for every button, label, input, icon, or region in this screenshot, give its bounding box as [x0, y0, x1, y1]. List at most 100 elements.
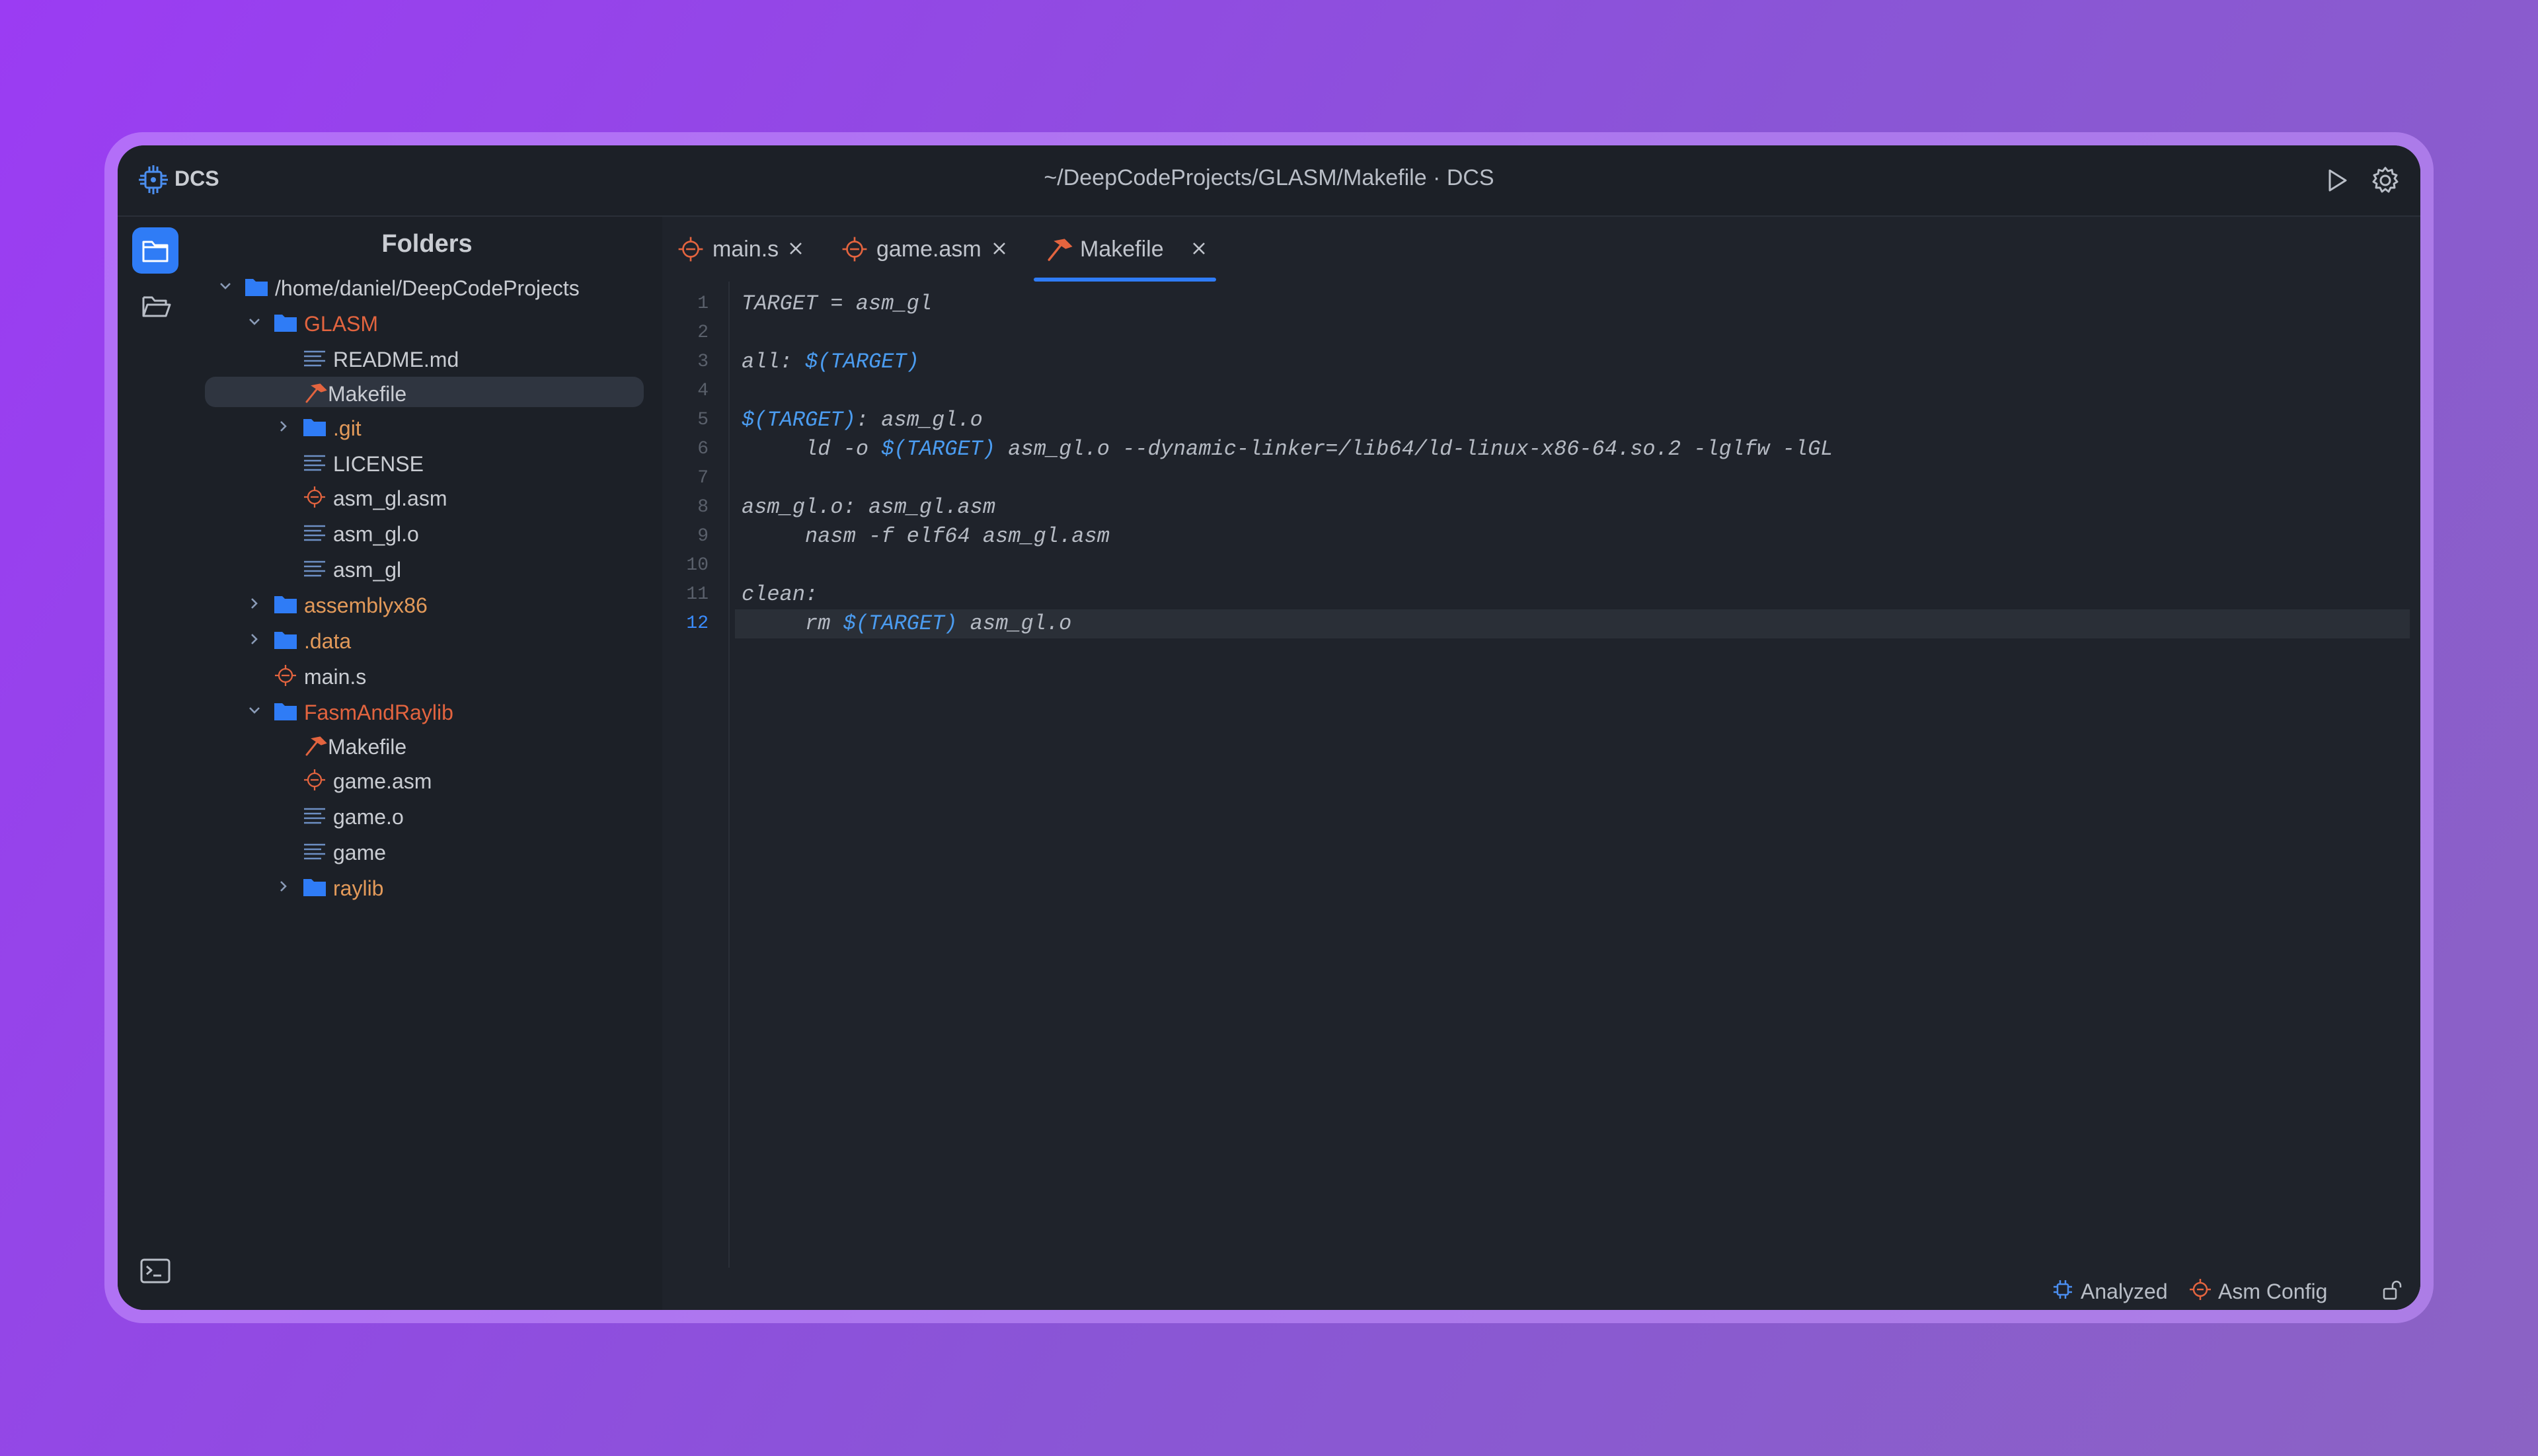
close-icon[interactable]: [990, 239, 1009, 258]
folders-view-button[interactable]: [132, 227, 178, 274]
chevron-right-icon[interactable]: [246, 595, 263, 612]
asm-config-label: Asm Config: [2218, 1280, 2328, 1303]
tree-item-label: raylib: [333, 876, 384, 900]
tree-item-label: asm_gl.o: [333, 522, 419, 546]
tree-file[interactable]: asm_gl.o: [205, 517, 644, 547]
code-line[interactable]: rm $(TARGET) asm_gl.o: [735, 609, 2410, 638]
text-file-icon: [304, 843, 325, 860]
text-file-icon: [304, 808, 325, 824]
line-number: 6: [697, 439, 709, 459]
tree-file[interactable]: asm_gl.asm: [205, 481, 644, 512]
tree-file[interactable]: game: [205, 835, 644, 866]
code-line[interactable]: [735, 377, 2410, 406]
code-line[interactable]: ld -o $(TARGET) asm_gl.o --dynamic-linke…: [735, 435, 2410, 464]
tree-folder[interactable]: assemblyx86: [205, 588, 644, 619]
code-line[interactable]: nasm -f elf64 asm_gl.asm: [735, 522, 2410, 551]
hammer-icon: [305, 736, 327, 756]
code-line[interactable]: $(TARGET): asm_gl.o: [735, 406, 2410, 435]
close-icon[interactable]: [1190, 239, 1208, 258]
tree-item-label: asm_gl: [333, 558, 402, 582]
settings-button[interactable]: [2367, 163, 2403, 198]
line-number: 5: [697, 410, 709, 430]
tree-folder[interactable]: GLASM: [205, 307, 644, 337]
status-bar: Analyzed Asm Config: [662, 1268, 2420, 1310]
line-number: 10: [686, 555, 709, 576]
code-line[interactable]: asm_gl.o: asm_gl.asm: [735, 493, 2410, 522]
open-folder-button[interactable]: [132, 283, 178, 329]
sidebar-title: Folders: [381, 230, 473, 258]
terminal-button[interactable]: [132, 1248, 178, 1294]
tree-item-label: game.o: [333, 805, 404, 829]
asm-chip-icon: [304, 486, 325, 508]
tab-main-s[interactable]: main.s: [666, 217, 813, 282]
run-button[interactable]: [2319, 163, 2354, 198]
ide-window: DCS ~/DeepCodeProjects/GLASM/Makefile · …: [118, 145, 2420, 1310]
folder-icon: [274, 632, 297, 649]
tab-makefile[interactable]: Makefile: [1034, 217, 1216, 282]
tree-item-label: GLASM: [304, 312, 379, 336]
tree-file[interactable]: game.asm: [205, 764, 644, 794]
code-line[interactable]: TARGET = asm_gl: [735, 289, 2410, 319]
chevron-right-icon[interactable]: [246, 631, 263, 648]
line-number: 4: [697, 381, 709, 401]
close-icon[interactable]: [787, 239, 805, 258]
tree-item-label: game.asm: [333, 769, 432, 793]
editor-pane: main.s game.asm Makefile 1 2 3 4 5 6 7 8 9 10 11 12 T…: [662, 217, 2420, 1310]
gear-icon: [2372, 167, 2399, 193]
line-number: 3: [697, 352, 709, 372]
folder-icon: [274, 596, 297, 613]
tree-folder[interactable]: .git: [205, 411, 644, 441]
tree-file[interactable]: main.s: [205, 660, 644, 690]
tree-file[interactable]: README.md: [205, 342, 644, 373]
analyzed-icon: [2054, 1280, 2072, 1299]
asm-chip-icon: [304, 769, 325, 790]
chevron-right-icon[interactable]: [275, 418, 292, 435]
hammer-icon: [1048, 239, 1073, 261]
tab-label: Makefile: [1080, 237, 1164, 262]
asm-chip-icon: [2190, 1279, 2211, 1300]
tree-item-label: game: [333, 841, 387, 864]
tree-file[interactable]: Makefile: [205, 377, 644, 407]
tree-file[interactable]: Makefile: [205, 730, 644, 760]
unlock-icon[interactable]: [2378, 1277, 2403, 1303]
analyzed-label: Analyzed: [2081, 1280, 2168, 1303]
code-line[interactable]: [735, 551, 2410, 580]
asm-chip-icon: [275, 665, 296, 686]
tab-game-asm[interactable]: game.asm: [830, 217, 1017, 282]
tree-folder[interactable]: FasmAndRaylib: [205, 695, 644, 726]
active-tab-indicator: [1034, 278, 1216, 282]
line-number: 2: [697, 323, 709, 343]
tree-folder[interactable]: .data: [205, 624, 644, 654]
code-line[interactable]: clean:: [735, 580, 2410, 609]
tree-item-label: main.s: [304, 665, 367, 689]
code-line[interactable]: [735, 319, 2410, 348]
tree-item-label: .data: [304, 629, 352, 653]
line-number: 9: [697, 526, 709, 547]
code-line[interactable]: all: $(TARGET): [735, 348, 2410, 377]
text-file-icon: [304, 350, 325, 367]
folder-icon: [245, 279, 268, 296]
chevron-right-icon[interactable]: [275, 878, 292, 895]
line-number: 8: [697, 497, 709, 517]
tree-file[interactable]: asm_gl: [205, 553, 644, 583]
line-number: 12: [686, 613, 709, 634]
chevron-down-icon[interactable]: [246, 702, 263, 719]
tree-item-label: README.md: [333, 348, 459, 371]
line-number: 1: [697, 293, 709, 314]
tree-file[interactable]: LICENSE: [205, 447, 644, 477]
text-file-icon: [304, 560, 325, 577]
tree-folder[interactable]: raylib: [205, 871, 644, 901]
tab-bar: main.s game.asm Makefile: [662, 217, 2420, 282]
asm-chip-icon: [842, 237, 867, 262]
code-line[interactable]: [735, 464, 2410, 493]
tree-folder[interactable]: /home/daniel/DeepCodeProjects: [205, 271, 644, 301]
folder-icon: [274, 315, 297, 332]
chevron-down-icon[interactable]: [246, 313, 263, 330]
chevron-down-icon[interactable]: [217, 278, 234, 295]
tree-item-label: /home/daniel/DeepCodeProjects: [275, 276, 580, 300]
tree-file[interactable]: game.o: [205, 800, 644, 830]
tree-item-label: .git: [333, 416, 362, 440]
tree-item-label: assemblyx86: [304, 594, 428, 617]
asm-chip-icon: [678, 237, 703, 262]
tab-label: game.asm: [876, 237, 981, 262]
